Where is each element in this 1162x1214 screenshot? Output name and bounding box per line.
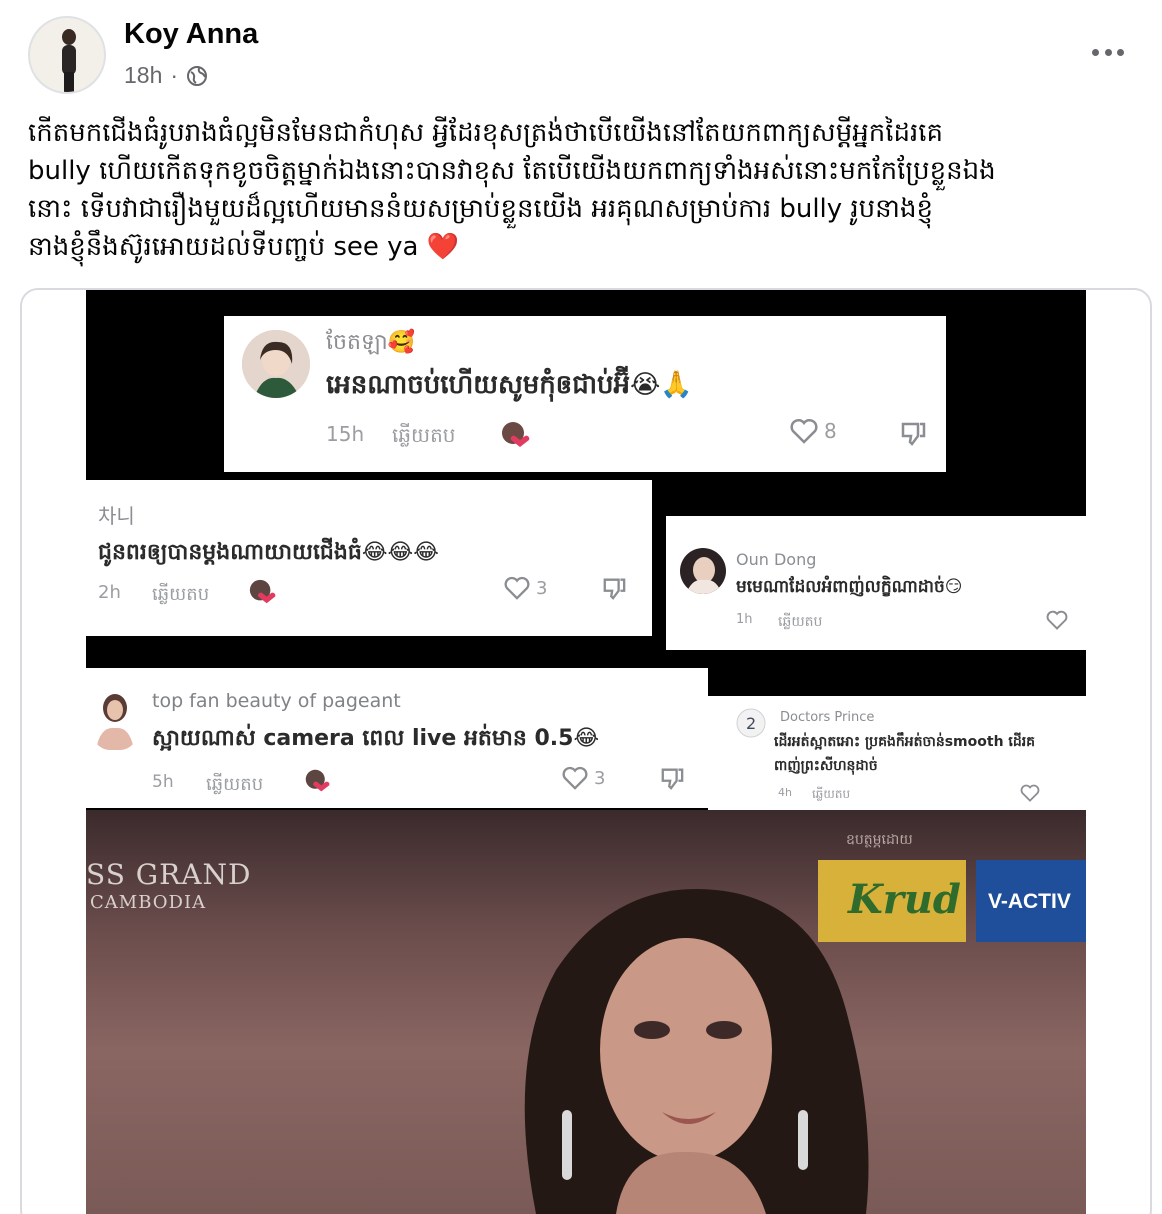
avatar-portrait	[242, 330, 310, 398]
reply-button[interactable]: ឆ្លើយតប	[392, 422, 455, 452]
comment-time: 2h	[98, 582, 121, 603]
like-count[interactable]: 8	[790, 418, 837, 444]
dot	[1117, 48, 1124, 56]
comment-time: 1h	[736, 612, 753, 627]
like-count-value: 3	[536, 577, 548, 599]
caption-line-1: កើតមកជើងធំរូបរាងធំល្អមិនមែនជាកំហុស អ្វីដ…	[28, 118, 943, 148]
caption-line-4-text: នាងខ្ញុំនឹងស៊ូរអោយដល់ទីបញ្ចប់ see ya	[28, 232, 419, 262]
author-avatar[interactable]	[28, 16, 106, 94]
heart-outline-icon[interactable]	[1020, 784, 1040, 802]
dot	[1104, 48, 1112, 56]
dislike-icon[interactable]	[602, 576, 626, 600]
heart-emoji: ❤️	[426, 232, 460, 262]
sponsor-caption: ឧបត្ថម្ភដោយ	[846, 832, 913, 848]
reply-button[interactable]: ឆ្លើយតប	[812, 786, 850, 804]
caption-line-2: bully ហើយកើតទុកខូចចិត្តម្នាក់ឯងនោះបានវាខ…	[28, 156, 996, 186]
commenter-avatar	[242, 330, 310, 398]
comment-text: ជូនពរឲ្យបានម្ដងណាយាយជើងធំ😂😂😂	[98, 540, 439, 565]
comment-card: 2 Doctors Prince ដើរអត់ស្អាតអោះ ប្រគងកឹអ…	[708, 696, 1086, 810]
commenter-name[interactable]: Doctors Prince	[780, 710, 874, 725]
dislike-icon[interactable]	[900, 420, 926, 446]
caption-line-3: នោះ ទើបវាជារឿងមួយដ៏ល្អហើយមាននំយសម្រាប់ខ្…	[28, 194, 933, 224]
comment-text-line-2: ពាញ់ព្រះសីហនុដាច់	[774, 758, 878, 774]
commenter-avatar	[680, 548, 726, 594]
commenter-avatar: 2	[736, 708, 766, 738]
post-caption: កើតមកជើងធំរូបរាងធំល្អមិនមែនជាកំហុស អ្វីដ…	[28, 114, 1138, 266]
comment-time: 15h	[326, 422, 365, 446]
author-heart-badge-icon	[305, 769, 330, 792]
comment-card: ចែតឡា🥰 អេនណាចប់ហើយសូមកុំឲជាប់អ៊ី😭🙏 15h ឆ…	[224, 316, 946, 472]
post-image[interactable]: ចែតឡា🥰 អេនណាចប់ហើយសូមកុំឲជាប់អ៊ី😭🙏 15h ឆ…	[86, 290, 1086, 1214]
reply-button[interactable]: ឆ្លើយតប	[206, 772, 263, 799]
post-header: Koy Anna 18h ·	[0, 0, 1162, 100]
comment-card: 차니 ជូនពរឲ្យបានម្ដងណាយាយជើងធំ😂😂😂 2h ឆ្លើយ…	[86, 480, 652, 636]
dot	[1092, 48, 1099, 56]
heart-outline-icon	[562, 766, 588, 790]
heart-outline-icon	[790, 418, 818, 444]
heart-outline-icon	[504, 576, 530, 600]
heart-outline-icon[interactable]	[1046, 610, 1068, 630]
comment-card: Oun Dong មមេណាដែលអំពាញ់លក្ខិណាដាច់😏 1h ឆ…	[666, 516, 1086, 650]
sponsor-name: V-ACTIV	[988, 890, 1071, 913]
comment-text: អេនណាចប់ហើយសូមកុំឲជាប់អ៊ី😭🙏	[326, 370, 693, 400]
comment-card: top fan beauty of pageant ស្អាយណាស់ came…	[86, 668, 708, 808]
caption-line-4: នាងខ្ញុំនឹងស៊ូរអោយដល់ទីបញ្ចប់ see ya ❤️	[28, 228, 1138, 266]
like-count[interactable]: 3	[504, 576, 547, 600]
more-options-icon[interactable]	[1088, 40, 1128, 64]
post-meta: 18h ·	[124, 62, 208, 89]
author-heart-badge-icon	[249, 579, 276, 604]
commenter-name[interactable]: ចែតឡា🥰	[326, 328, 415, 360]
commenter-avatar	[90, 688, 140, 750]
avatar-figure	[62, 29, 76, 92]
post-time[interactable]: 18h	[124, 62, 162, 89]
comment-time: 4h	[778, 786, 792, 799]
like-count-value: 8	[824, 419, 837, 443]
commenter-name[interactable]: Oun Dong	[736, 550, 816, 569]
comment-text: ស្អាយណាស់ camera ពេល live អត់មាន 0.5😂	[152, 726, 600, 751]
like-count[interactable]: 3	[562, 766, 605, 790]
globe-icon[interactable]	[186, 65, 208, 87]
avatar-portrait	[680, 548, 726, 594]
author-heart-badge-icon	[502, 422, 530, 447]
dislike-icon[interactable]	[660, 766, 684, 790]
pageant-logo-line-2: CAMBODIA	[90, 892, 207, 913]
meta-separator: ·	[170, 62, 179, 88]
pageant-logo-line-1: SS GRAND	[86, 858, 252, 891]
comment-text-line-1: ដើរអត់ស្អាតអោះ ប្រគងកឹអត់ចាន់smooth ដើរគ	[774, 734, 1036, 750]
avatar-portrait	[90, 688, 140, 750]
comment-text: មមេណាដែលអំពាញ់លក្ខិណាដាច់😏	[736, 577, 963, 597]
reply-button[interactable]: ឆ្លើយតប	[778, 612, 822, 633]
portrait-figure	[524, 889, 869, 1214]
pageant-photo: SS GRAND CAMBODIA ឧបត្ថម្ភដោយ Krud V-ACT…	[86, 810, 1086, 1214]
commenter-name[interactable]: 차니	[98, 500, 135, 529]
sponsor-logo-vactiv: V-ACTIV	[976, 860, 1086, 942]
reply-button[interactable]: ឆ្លើយតប	[152, 582, 209, 609]
comment-time: 5h	[152, 772, 174, 792]
author-name[interactable]: Koy Anna	[124, 18, 258, 51]
commenter-name[interactable]: top fan beauty of pageant	[152, 690, 401, 712]
like-count-value: 3	[594, 767, 606, 789]
svg-text:2: 2	[746, 714, 756, 733]
